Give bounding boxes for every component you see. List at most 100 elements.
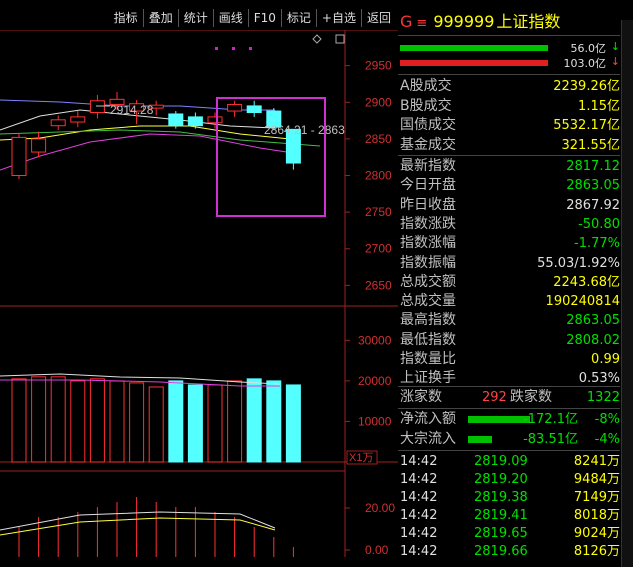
info-label: 指数振幅 xyxy=(400,254,456,271)
down-count: 1322 xyxy=(586,390,620,405)
diamond-icon xyxy=(312,34,322,44)
scrollbar[interactable] xyxy=(621,20,633,567)
tick-time: 14:42 xyxy=(400,508,438,523)
info-row: B股成交 1.15亿 xyxy=(398,97,620,116)
info-value: -1.77% xyxy=(574,236,620,252)
outflow-row: 103.0亿 ↓ xyxy=(400,55,620,70)
stock-code: 999999 xyxy=(433,12,495,31)
volume-bar xyxy=(109,380,125,463)
info-label: 国债成交 xyxy=(400,117,456,133)
info-value: 2863.05 xyxy=(566,313,620,329)
down-arrow-icon: ↓ xyxy=(610,40,620,53)
inflow-row: 56.0亿 ↓ xyxy=(400,40,620,55)
volume-bar xyxy=(31,376,47,463)
square-icon xyxy=(335,34,345,44)
info-row: 最高指数 2863.05 xyxy=(398,311,620,330)
info-label: A股成交 xyxy=(400,78,452,94)
tick-price: 2819.41 xyxy=(474,508,528,523)
volume-bar xyxy=(207,384,223,463)
tick-time: 14:42 xyxy=(400,490,438,505)
netflow-value: -172.1亿 xyxy=(523,412,578,427)
down-arrow-icon: ↓ xyxy=(610,55,620,68)
price-tick-label: 2750 xyxy=(365,205,392,219)
tick-volume: 9484万 xyxy=(573,472,620,487)
toolbar-button-6[interactable]: +自选 xyxy=(315,9,361,27)
tick-volume: 8241万 xyxy=(573,454,620,469)
volume-bar xyxy=(168,380,184,463)
candle xyxy=(50,119,66,127)
toolbar-button-4[interactable]: F10 xyxy=(247,9,281,27)
price-tick-label: 2800 xyxy=(365,168,392,182)
info-label: 昨日收盘 xyxy=(400,196,456,213)
info-value: 2863.05 xyxy=(566,178,620,194)
price-tick-label: 2900 xyxy=(365,95,392,109)
toolbar-button-3[interactable]: 画线 xyxy=(212,9,248,27)
info-row: A股成交 2239.26亿 xyxy=(398,77,620,96)
toolbar-button-2[interactable]: 统计 xyxy=(177,9,213,27)
info-label: 总成交量 xyxy=(400,293,456,310)
volume-bar xyxy=(70,380,86,463)
volume-bar xyxy=(89,378,105,463)
info-value: 0.99 xyxy=(591,352,620,367)
tick-volume: 8126万 xyxy=(573,544,620,559)
info-row: 今日开盘 2863.05 xyxy=(398,176,620,195)
netflow-row: 大宗流入 -83.51亿 -4% xyxy=(398,430,620,449)
info-value: -50.80 xyxy=(578,216,620,232)
tick-volume: 8018万 xyxy=(573,508,620,523)
candle xyxy=(246,105,262,114)
up-count: 292 xyxy=(482,390,507,405)
indicator-line xyxy=(0,511,276,531)
toolbar-button-7[interactable]: 返回 xyxy=(360,9,396,27)
toolbar-button-5[interactable]: 标记 xyxy=(280,9,316,27)
netflow-value: -83.51亿 xyxy=(523,432,578,447)
info-value: 2808.02 xyxy=(566,332,620,348)
info-value: 5532.17亿 xyxy=(553,118,620,133)
kline-chart[interactable]: 2950 2900 2850 2800 2750 2700 2650 2914.28 2864.… xyxy=(0,30,398,557)
tick-row: 14:42 2819.09 8241万 xyxy=(398,453,620,471)
tick-row: 14:42 2819.41 8018万 xyxy=(398,507,620,525)
tick-row: 14:42 2819.66 8126万 xyxy=(398,543,620,561)
candle xyxy=(70,116,86,123)
volume-bar xyxy=(285,384,301,463)
info-value: 2243.68亿 xyxy=(553,274,620,290)
info-label: 最高指数 xyxy=(400,312,456,329)
info-value: 2817.12 xyxy=(566,159,620,174)
volume-bar xyxy=(50,376,66,463)
tick-time: 14:42 xyxy=(400,454,438,469)
tick-time: 14:42 xyxy=(400,472,438,487)
stock-title[interactable]: G ≡ 999999 上证指数 xyxy=(398,10,633,34)
info-label: 指数涨幅 xyxy=(400,235,456,252)
toolbar-button-0[interactable]: 指标 xyxy=(109,9,143,27)
g-badge: G xyxy=(400,12,413,31)
info-value: 1.15亿 xyxy=(578,98,620,114)
info-label: 指数涨跌 xyxy=(400,215,456,232)
netflow-bar xyxy=(468,436,492,443)
candle xyxy=(187,116,203,127)
tick-time: 14:42 xyxy=(400,544,438,559)
info-value: 321.55亿 xyxy=(561,137,621,153)
down-count-label: 跌家数 xyxy=(510,389,552,405)
price-tick-label: 2650 xyxy=(365,278,392,292)
info-row: 指数涨跌 -50.80 xyxy=(398,215,620,234)
price-tick-label: 2950 xyxy=(365,59,392,73)
tick-price: 2819.65 xyxy=(474,526,528,541)
netflow-label: 大宗流入 xyxy=(400,431,456,447)
tick-row: 14:42 2819.20 9484万 xyxy=(398,471,620,489)
info-row: 总成交额 2243.68亿 xyxy=(398,273,620,292)
indicator-line xyxy=(0,517,276,536)
info-row: 国债成交 5532.17亿 xyxy=(398,116,620,135)
candle xyxy=(31,138,47,153)
info-label: 最低指数 xyxy=(400,331,456,348)
tick-volume: 7149万 xyxy=(573,490,620,505)
info-row: 总成交量 190240814 xyxy=(398,292,620,311)
netflow-label: 净流入额 xyxy=(400,411,456,427)
menu-icon[interactable]: ≡ xyxy=(416,16,427,31)
outflow-label: 103.0亿 xyxy=(563,57,607,70)
info-row: 最低指数 2808.02 xyxy=(398,331,620,350)
volume-bar xyxy=(129,382,145,463)
toolbar-button-1[interactable]: 叠加 xyxy=(142,9,178,27)
marker-dot xyxy=(215,47,218,50)
tick-time: 14:42 xyxy=(400,526,438,541)
chart-toolbar: 指标 叠加 统计 画线 F10 标记 +自选 返回 xyxy=(0,0,398,30)
volume-tick-label: 10000 xyxy=(358,414,392,428)
